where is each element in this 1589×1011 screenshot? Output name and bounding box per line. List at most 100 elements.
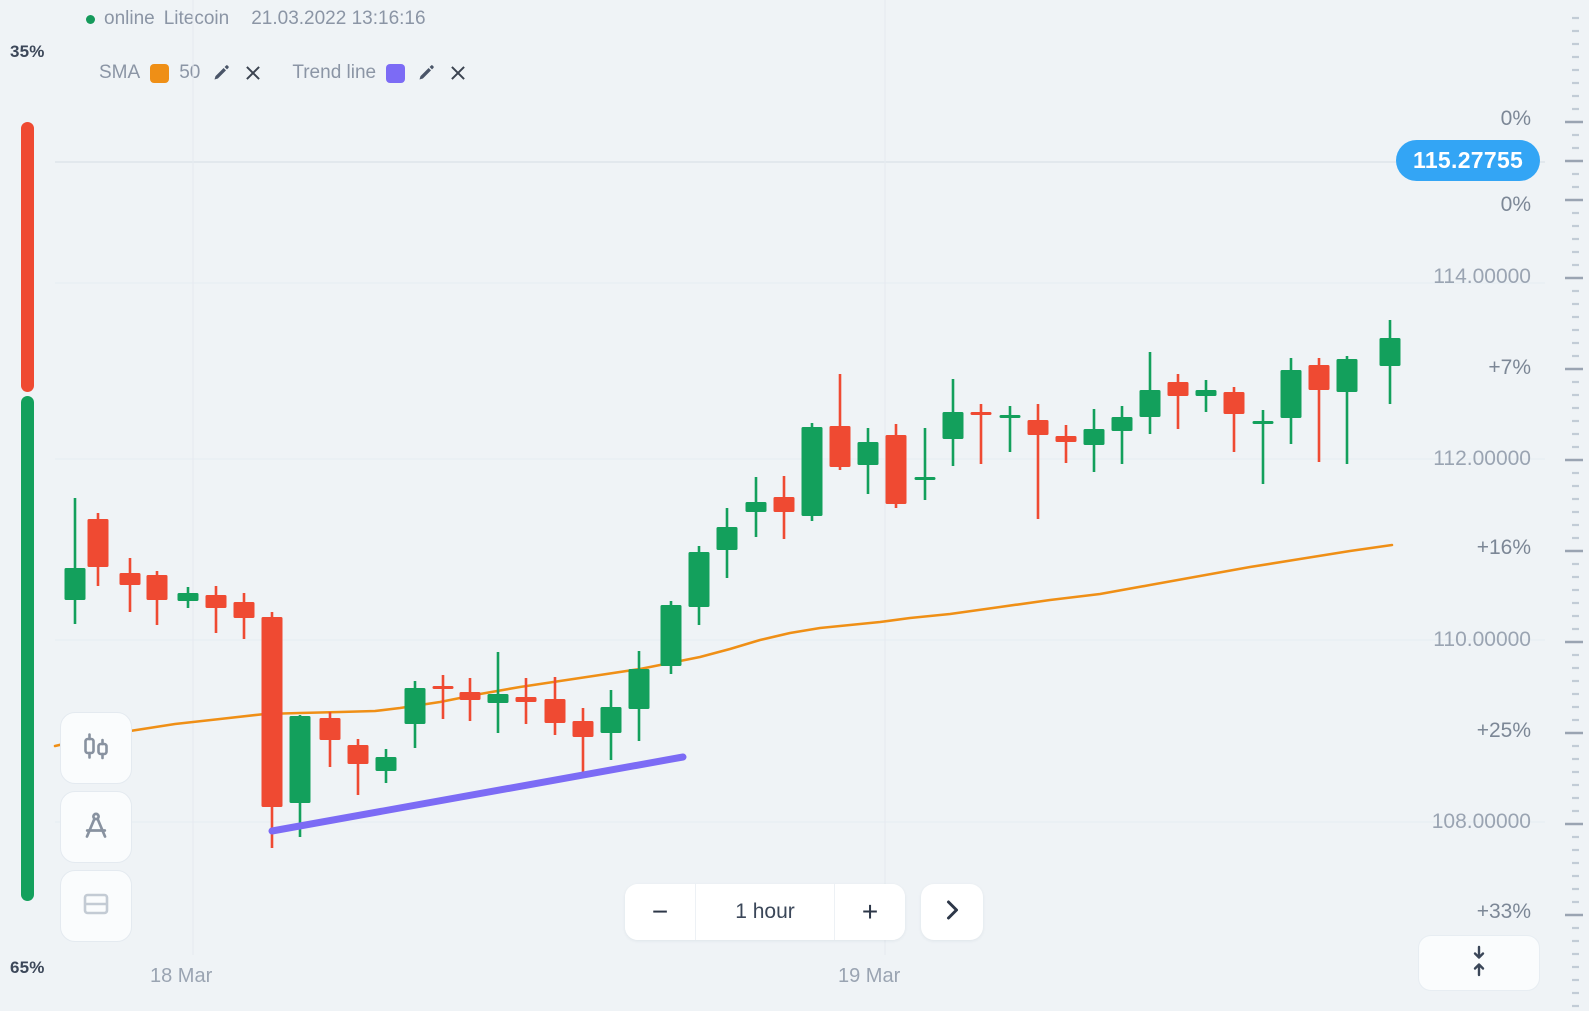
candle-body	[830, 426, 851, 467]
candle-body	[262, 617, 283, 807]
candle-body	[516, 697, 537, 702]
candle	[1196, 380, 1217, 412]
candle-body	[1028, 420, 1049, 435]
candle	[1084, 409, 1105, 472]
autoscale-button[interactable]	[1418, 935, 1540, 991]
current-price-badge: 115.27755	[1396, 140, 1540, 181]
panel-layout-button[interactable]	[60, 870, 132, 942]
candle	[206, 586, 227, 633]
candle	[1380, 320, 1401, 404]
candle	[629, 651, 650, 741]
percent-tick-label: +25%	[1477, 719, 1531, 743]
timeframe-control[interactable]: − 1 hour +	[625, 884, 905, 940]
chevron-right-icon	[939, 897, 965, 928]
candle	[858, 428, 879, 494]
candle-body	[376, 757, 397, 771]
candle	[1112, 406, 1133, 464]
candlestick-icon	[76, 726, 116, 771]
candle-body	[1140, 390, 1161, 417]
price-tick-label: 110.00000	[1433, 628, 1531, 652]
candle	[802, 423, 823, 521]
candle	[830, 374, 851, 470]
candle-body	[290, 716, 311, 803]
candle-body	[1337, 359, 1358, 392]
chart-app: 35% 65% online Litecoin 21.03.2022 13:16…	[0, 0, 1589, 1011]
candle	[376, 749, 397, 783]
candle-body	[545, 699, 566, 723]
candle	[1140, 352, 1161, 434]
candle	[348, 739, 369, 795]
price-scale-ruler[interactable]	[1559, 0, 1589, 1011]
candle-body	[1056, 436, 1077, 442]
chart-plot-area[interactable]	[0, 0, 1589, 1011]
candle	[405, 681, 426, 748]
candle-body	[573, 721, 594, 737]
candle	[1337, 356, 1358, 464]
price-tick-label: 108.00000	[1432, 810, 1531, 834]
candle-body	[1168, 382, 1189, 396]
candle	[886, 424, 907, 508]
candle	[601, 690, 622, 760]
candle-body	[234, 602, 255, 618]
candle-body	[1196, 390, 1217, 396]
candle-body	[1253, 421, 1274, 424]
candle	[1028, 404, 1049, 519]
scroll-forward-button[interactable]	[921, 884, 983, 940]
candle-body	[1000, 415, 1021, 418]
candle-body	[1380, 338, 1401, 366]
candle-body	[65, 568, 86, 600]
candle	[573, 708, 594, 778]
candle-body	[943, 412, 964, 439]
candle	[1253, 410, 1274, 484]
candle	[545, 677, 566, 735]
timeframe-value[interactable]: 1 hour	[695, 884, 835, 940]
sma-indicator-line	[55, 545, 1392, 746]
candle	[1309, 358, 1330, 462]
candle	[320, 712, 341, 767]
candle	[915, 428, 936, 500]
candle	[147, 571, 168, 625]
candle	[1000, 406, 1021, 452]
price-tick-label: 114.00000	[1433, 265, 1531, 289]
percent-tick-label: +7%	[1488, 356, 1531, 380]
candle	[234, 593, 255, 639]
candle	[1281, 358, 1302, 444]
candle	[290, 715, 311, 837]
candle-body	[601, 707, 622, 733]
split-panel-icon	[77, 885, 115, 928]
date-tick-label: 19 Mar	[838, 965, 900, 988]
drawing-tools-button[interactable]	[60, 791, 132, 863]
candle-body	[1309, 365, 1330, 390]
percent-tick-label: 0%	[1501, 193, 1531, 217]
candle	[774, 476, 795, 539]
candle-body	[774, 497, 795, 512]
candle	[178, 587, 199, 608]
candle	[120, 558, 141, 612]
timeframe-increase-button[interactable]: +	[835, 884, 905, 940]
candle-body	[915, 477, 936, 480]
candle	[1224, 387, 1245, 452]
candle-body	[802, 427, 823, 516]
candle-body	[147, 575, 168, 600]
candle	[262, 612, 283, 848]
candle-body	[1112, 417, 1133, 431]
chart-type-button[interactable]	[60, 712, 132, 784]
trend-line-drawing[interactable]	[272, 757, 683, 831]
candle-body	[661, 605, 682, 666]
date-tick-label: 18 Mar	[150, 965, 212, 988]
candle-body	[1084, 429, 1105, 445]
timeframe-decrease-button[interactable]: −	[625, 884, 695, 940]
candle	[661, 601, 682, 674]
candle-body	[717, 527, 738, 550]
candle	[65, 498, 86, 624]
candle	[460, 678, 481, 721]
candle	[1168, 374, 1189, 429]
candle	[971, 404, 992, 464]
percent-tick-label: +33%	[1477, 900, 1531, 924]
percent-tick-label: 0%	[1501, 107, 1531, 131]
candle	[1056, 425, 1077, 463]
compass-icon	[76, 805, 116, 850]
candle	[88, 513, 109, 586]
candle-body	[178, 593, 199, 601]
candle-body	[433, 686, 454, 689]
